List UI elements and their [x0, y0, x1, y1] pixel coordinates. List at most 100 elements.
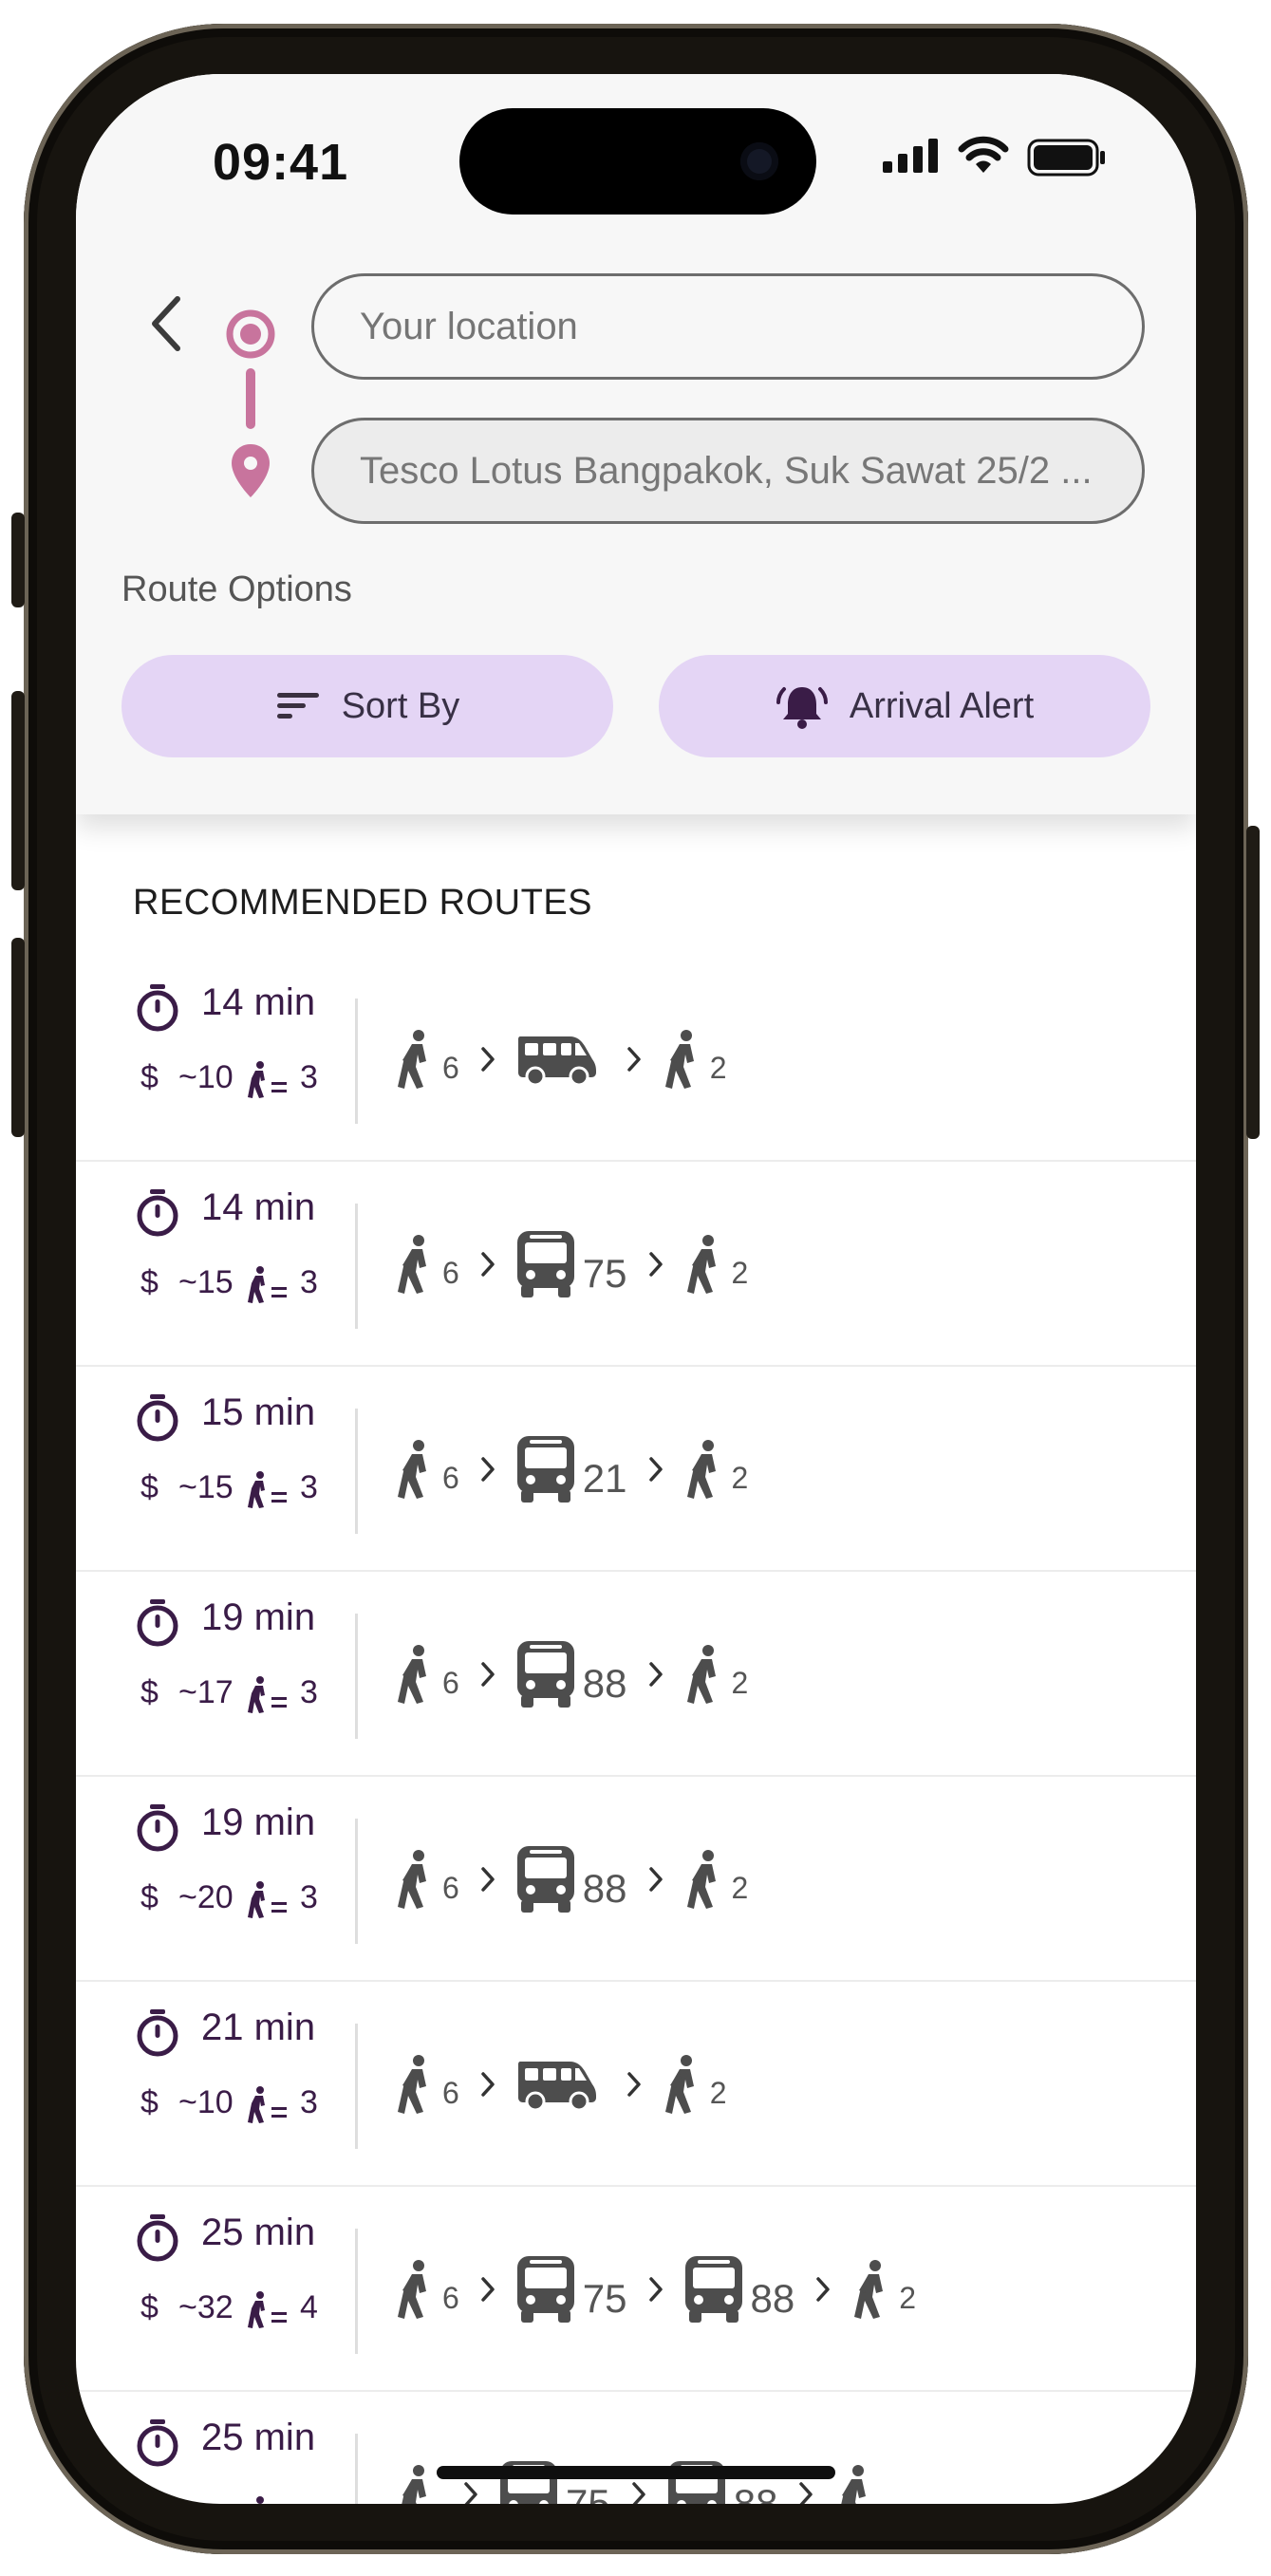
walk-stops-count: 3	[300, 1674, 318, 1710]
walk-icon	[395, 1234, 437, 1295]
route-duration: 21 min	[201, 2007, 316, 2048]
route-summary: 15 min $ ~15 3	[76, 1367, 361, 1570]
route-step: 21	[516, 1435, 627, 1503]
arrival-alert-button[interactable]: Arrival Alert	[659, 655, 1150, 757]
route-steps: 6 75 2	[395, 1198, 748, 1331]
route-step: 75	[516, 1230, 627, 1298]
row-divider	[355, 999, 358, 1124]
step-label: 6	[442, 1871, 459, 1905]
destination-input[interactable]	[311, 418, 1145, 524]
route-row[interactable]: 19 min $ ~17 3 6 88 2	[76, 1572, 1196, 1777]
walk-icon	[684, 1644, 726, 1705]
volume-down-button	[11, 938, 25, 1137]
bus-icon	[516, 1435, 575, 1503]
walk-stops-count: 4	[300, 2289, 318, 2325]
walk-icon	[395, 2259, 437, 2320]
step-label: 6	[442, 2281, 459, 2315]
stopwatch-icon	[137, 1189, 178, 1237]
route-step: 2	[684, 1439, 749, 1500]
walk-stops-count: 3	[300, 1059, 318, 1095]
van-icon	[516, 2058, 598, 2111]
route-summary: 14 min $ ~15 3	[76, 1162, 361, 1365]
walking-stops-icon	[248, 1266, 287, 1303]
step-label: 21	[582, 1456, 627, 1501]
home-indicator[interactable]	[437, 2466, 835, 2479]
step-label: 2	[709, 1051, 727, 1085]
route-row[interactable]: 14 min $ ~10 3 6 2	[76, 957, 1196, 1162]
route-step: 2	[684, 1644, 749, 1705]
stopwatch-icon	[137, 1394, 178, 1442]
step-label: 2	[731, 1461, 749, 1495]
route-step: 2	[684, 1234, 749, 1295]
row-divider	[355, 2434, 358, 2504]
route-step: 2	[663, 1029, 727, 1090]
route-step	[395, 2464, 442, 2504]
chevron-right-icon	[481, 1662, 495, 1687]
route-row[interactable]: 25 min $ ~32 4 6 75 88 2	[76, 2187, 1196, 2392]
route-step: 75	[516, 2255, 627, 2324]
step-label: 88	[582, 1661, 627, 1706]
route-step: 6	[395, 1849, 459, 1910]
step-label: 2	[731, 1256, 749, 1290]
currency-icon: $	[140, 2084, 159, 2120]
step-label: 2	[731, 1666, 749, 1700]
route-row[interactable]: 19 min $ ~20 3 6 88 2	[76, 1777, 1196, 1982]
step-label: 88	[733, 2481, 778, 2504]
walk-icon	[663, 2054, 704, 2115]
route-price: ~15	[178, 1469, 234, 1505]
route-step: 6	[395, 1439, 459, 1500]
route-duration: 19 min	[201, 1596, 316, 1638]
chevron-right-icon	[481, 1047, 495, 1072]
sort-by-label: Sort By	[341, 685, 460, 726]
walk-icon	[395, 2464, 437, 2504]
origin-input[interactable]	[311, 273, 1145, 380]
walk-icon	[663, 1029, 704, 1090]
chevron-right-icon	[648, 2277, 663, 2302]
row-divider	[355, 1819, 358, 1944]
chevron-right-icon	[481, 1867, 495, 1892]
chevron-right-icon	[464, 2482, 477, 2504]
route-step	[834, 2464, 882, 2504]
stopwatch-icon	[137, 984, 178, 1032]
row-divider	[355, 1614, 358, 1739]
step-label: 6	[442, 1256, 459, 1290]
route-summary: 19 min $ ~20 3	[76, 1777, 361, 1980]
bus-icon	[516, 2255, 575, 2324]
chevron-right-icon	[648, 1252, 663, 1277]
route-step: 2	[663, 2054, 727, 2115]
route-duration: 14 min	[201, 981, 316, 1023]
route-duration: 25 min	[201, 2212, 316, 2253]
route-summary: 19 min $ ~17 3	[76, 1572, 361, 1775]
walk-icon	[684, 1234, 726, 1295]
walk-icon	[395, 1849, 437, 1910]
chevron-right-icon	[648, 1867, 663, 1892]
route-search-header: 09:41 Your location Tesco Lotus Bangpako…	[76, 74, 1196, 814]
route-row[interactable]: 25 min $75 88	[76, 2392, 1196, 2504]
route-duration: 25 min	[201, 2417, 316, 2458]
walk-stops-count: 3	[300, 1879, 318, 1915]
route-step: 6	[395, 1644, 459, 1705]
chevron-right-icon	[481, 1457, 495, 1482]
camera-icon	[740, 142, 778, 180]
chevron-right-icon	[481, 2072, 495, 2097]
sort-by-button[interactable]: Sort By	[121, 655, 613, 757]
route-row[interactable]: 14 min $ ~15 3 6 75 2	[76, 1162, 1196, 1367]
stopwatch-icon	[137, 2214, 178, 2262]
route-step: 6	[395, 2259, 459, 2320]
route-steps: 6 88 2	[395, 1813, 748, 1946]
route-row[interactable]: 21 min $ ~10 3 6 2	[76, 1982, 1196, 2187]
route-step: 2	[684, 1849, 748, 1910]
route-price: ~10	[178, 1059, 234, 1095]
route-summary: 25 min $ ~32 4	[76, 2187, 361, 2390]
route-step: 88	[516, 1845, 627, 1913]
row-divider	[355, 1409, 358, 1534]
route-row[interactable]: 15 min $ ~15 3 6 21 2	[76, 1367, 1196, 1572]
walk-icon	[851, 2259, 893, 2320]
chevron-right-icon	[648, 1662, 663, 1687]
step-label: 2	[899, 2281, 917, 2315]
back-button[interactable]	[123, 281, 209, 366]
step-label: 75	[566, 2481, 610, 2504]
alarm-bell-icon	[776, 687, 828, 729]
dynamic-island	[459, 108, 816, 215]
chevron-right-icon	[799, 2482, 813, 2504]
